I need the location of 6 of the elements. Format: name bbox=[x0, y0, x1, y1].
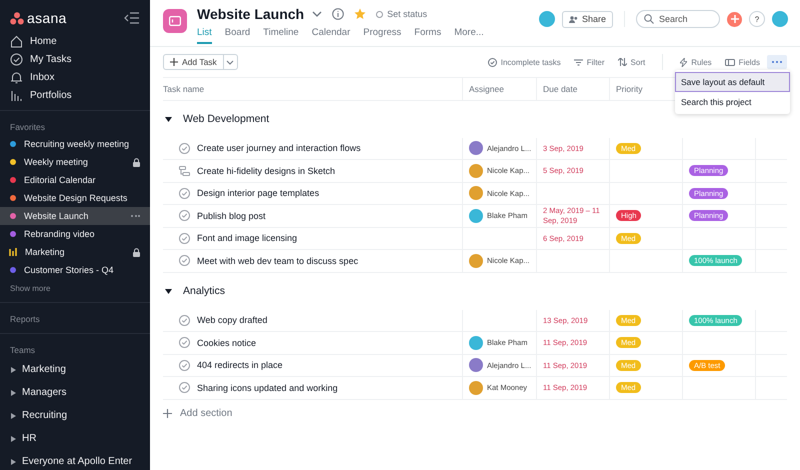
project-title: Website Launch bbox=[197, 6, 304, 22]
section-label: Favorites bbox=[9, 121, 46, 134]
section-title: Web Development bbox=[183, 113, 270, 125]
logo-text: asana bbox=[27, 10, 67, 26]
section-label: Teams bbox=[9, 344, 36, 357]
section-title: Analytics bbox=[183, 285, 226, 297]
